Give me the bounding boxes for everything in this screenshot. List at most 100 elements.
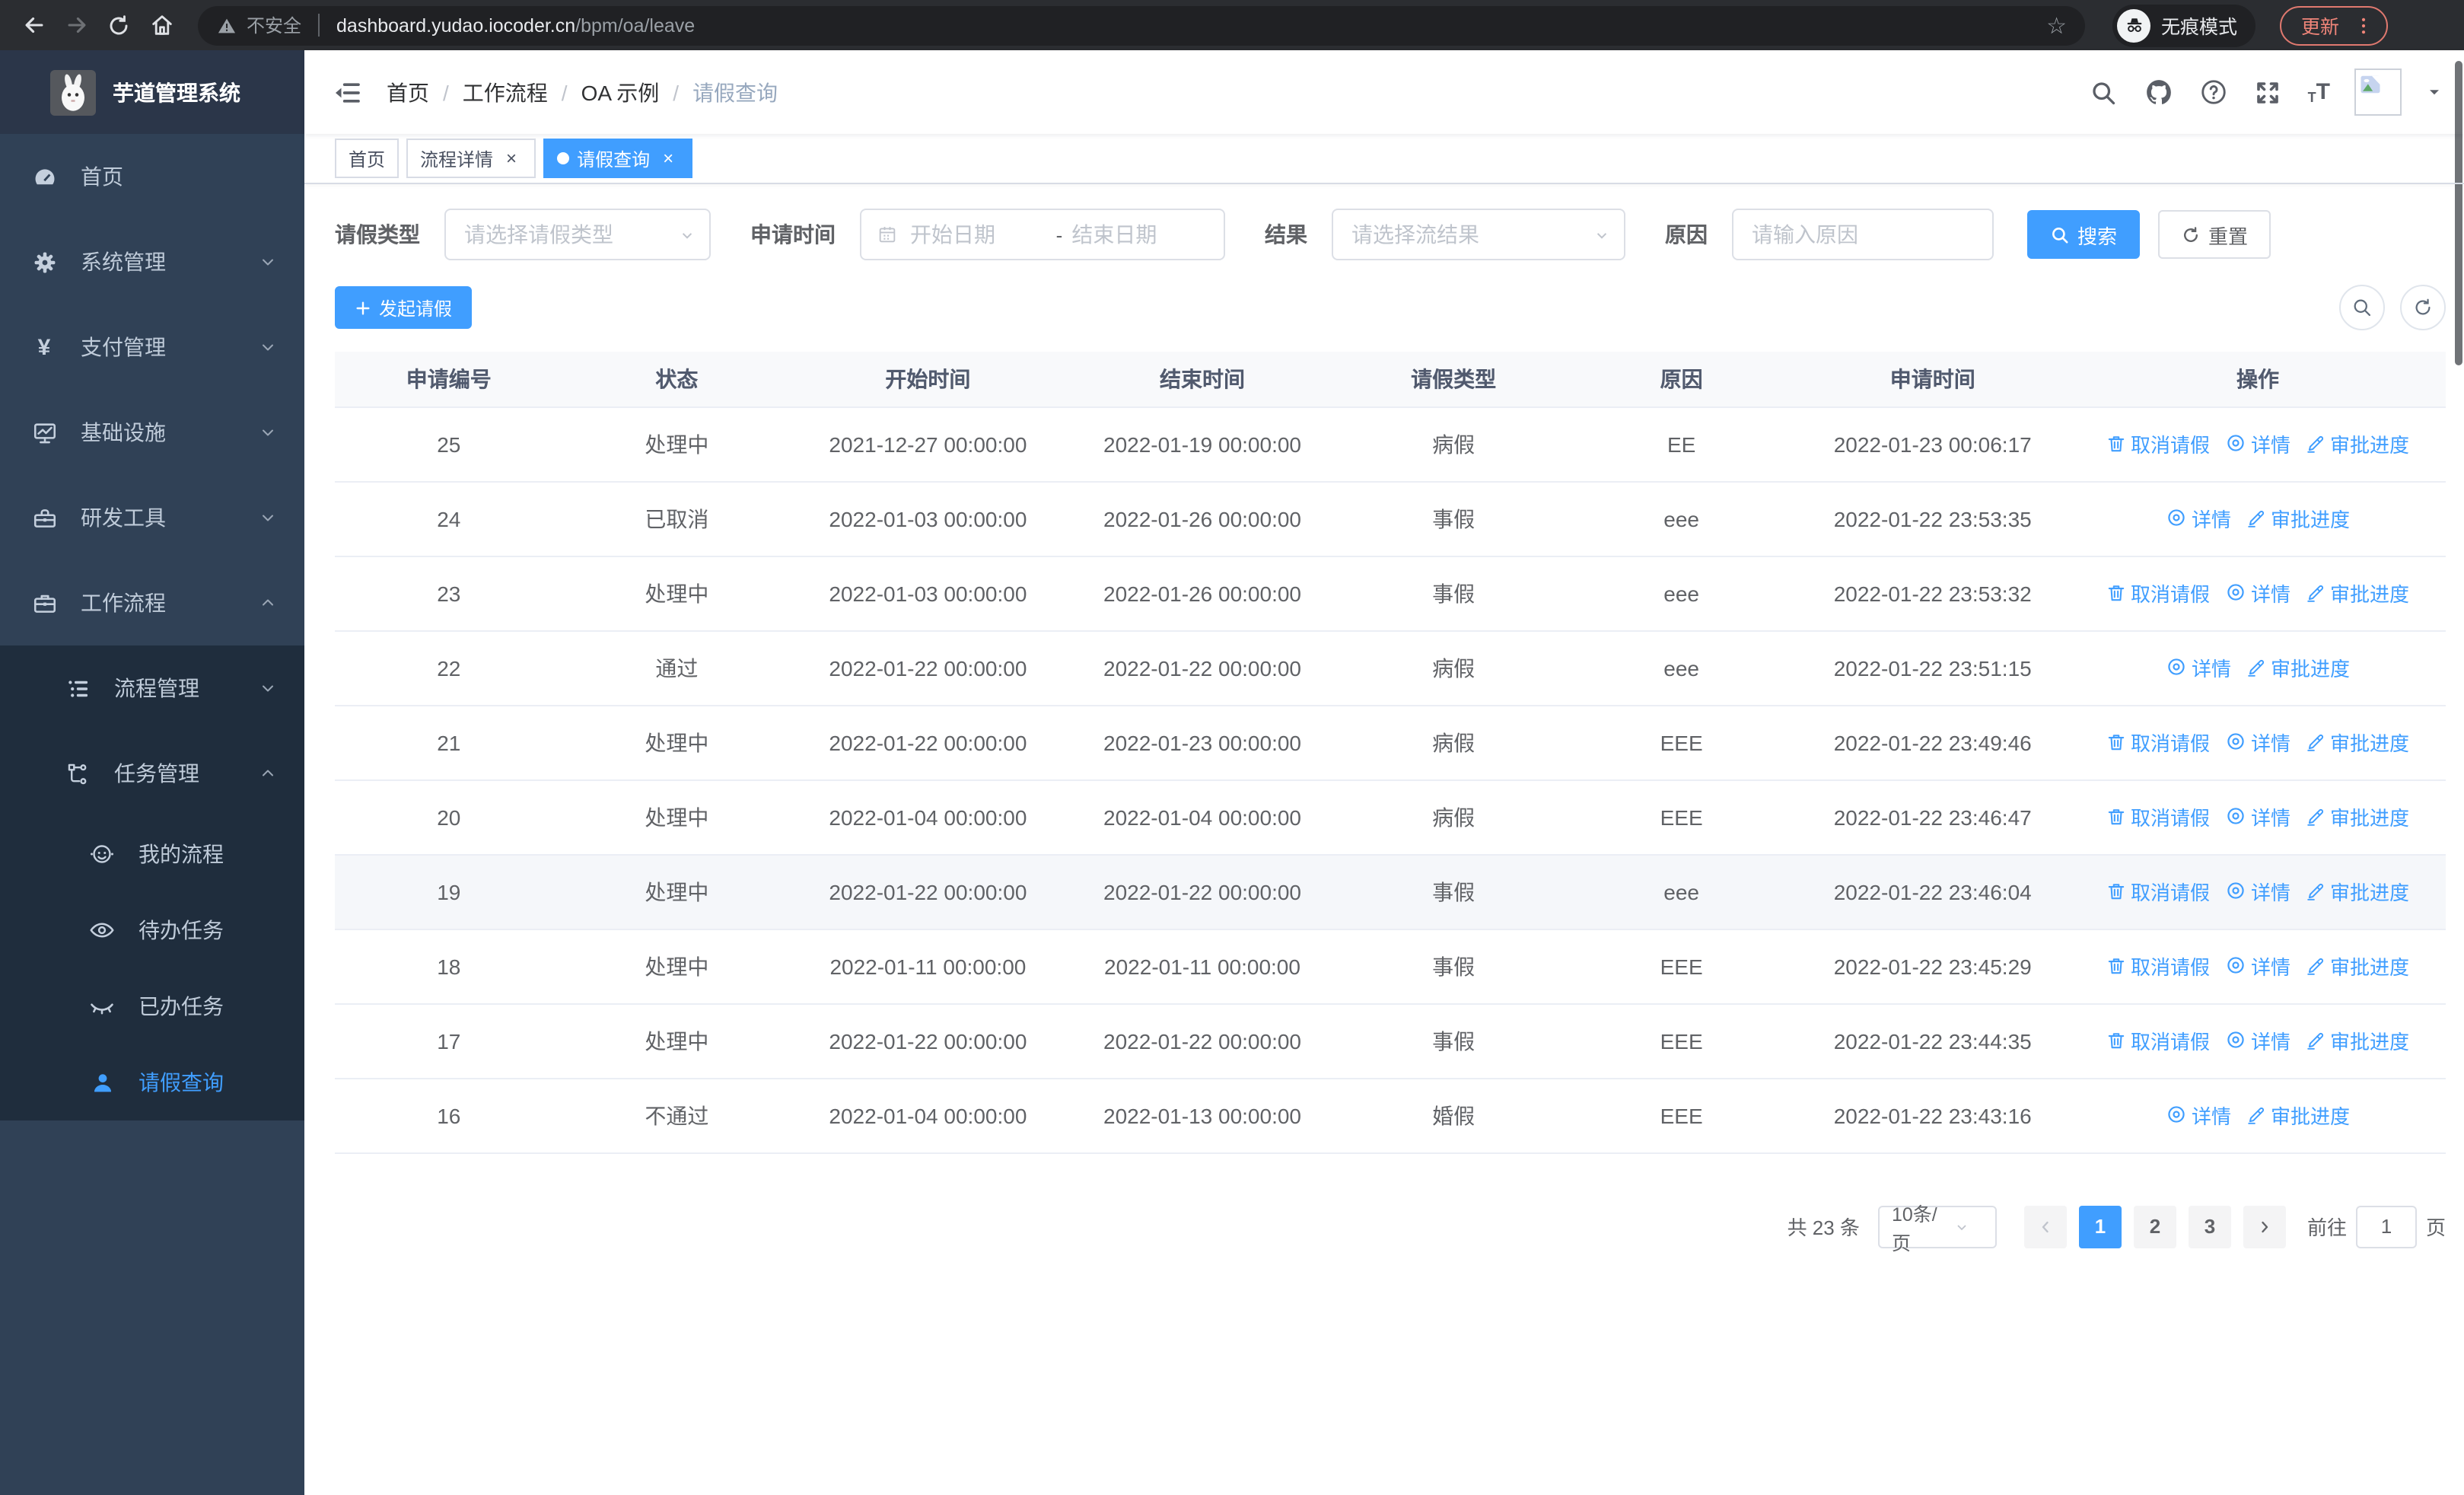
- tab-process-detail[interactable]: 流程详情 ×: [406, 139, 536, 178]
- action-detail[interactable]: 详情: [2225, 429, 2291, 458]
- breadcrumb-item[interactable]: OA 示例: [581, 77, 660, 107]
- action-detail[interactable]: 详情: [2225, 877, 2291, 906]
- sidebar-item-task-mgmt[interactable]: 任务管理: [0, 731, 304, 816]
- reason-input[interactable]: [1732, 209, 1994, 260]
- leave-type-select[interactable]: 请选择请假类型: [444, 209, 711, 260]
- action-progress[interactable]: 审批进度: [2246, 1101, 2350, 1130]
- refresh-button[interactable]: [2400, 285, 2446, 330]
- sidebar-item-done-tasks[interactable]: 已办任务: [0, 968, 304, 1044]
- action-progress[interactable]: 审批进度: [2306, 1027, 2409, 1056]
- back-icon[interactable]: [15, 7, 52, 43]
- action-progress[interactable]: 审批进度: [2306, 952, 2409, 981]
- action-progress[interactable]: 审批进度: [2306, 803, 2409, 832]
- action-label: 审批进度: [2330, 881, 2410, 905]
- create-leave-button[interactable]: 发起请假: [335, 286, 473, 329]
- action-cancel[interactable]: 取消请假: [2106, 878, 2210, 907]
- breadcrumb-item[interactable]: 首页: [387, 77, 429, 107]
- reason-label: 原因: [1665, 222, 1708, 247]
- search-button[interactable]: 搜索: [2027, 210, 2141, 259]
- cell-reason: EEE: [1567, 705, 1796, 780]
- next-page-button[interactable]: [2243, 1205, 2286, 1248]
- page-3[interactable]: 3: [2188, 1205, 2231, 1248]
- action-cancel[interactable]: 取消请假: [2106, 803, 2210, 832]
- action-label: 详情: [2251, 881, 2291, 904]
- action-progress[interactable]: 审批进度: [2306, 430, 2409, 459]
- action-detail[interactable]: 详情: [2225, 1026, 2291, 1055]
- table-row: 21 处理中 2022-01-22 00:00:00 2022-01-23 00:00…: [335, 704, 2446, 780]
- cell-status: 处理中: [562, 779, 791, 855]
- github-icon[interactable]: [2144, 77, 2174, 107]
- menu-dots-icon[interactable]: [2353, 13, 2374, 37]
- action-detail[interactable]: 详情: [2166, 1101, 2231, 1130]
- cell-start: 2022-01-22 00:00:00: [791, 854, 1065, 929]
- help-icon[interactable]: [2198, 77, 2229, 107]
- reset-button[interactable]: 重置: [2158, 210, 2271, 259]
- sidebar-item-workflow[interactable]: 工作流程: [0, 560, 304, 645]
- action-detail[interactable]: 详情: [2166, 653, 2231, 682]
- sidebar-item-process-mgmt[interactable]: 流程管理: [0, 645, 304, 731]
- action-detail[interactable]: 详情: [2225, 579, 2291, 607]
- cell-end: 2022-01-04 00:00:00: [1065, 779, 1340, 855]
- page-size-select[interactable]: 10条/页: [1877, 1203, 1997, 1254]
- action-detail[interactable]: 详情: [2225, 728, 2291, 757]
- hamburger-icon[interactable]: [304, 77, 387, 107]
- tab-leave-query[interactable]: 请假查询 ×: [543, 139, 693, 178]
- goto-page-input[interactable]: [2355, 1205, 2417, 1248]
- close-icon[interactable]: ×: [501, 148, 522, 169]
- forward-icon[interactable]: [58, 7, 94, 43]
- action-cancel[interactable]: 取消请假: [2106, 952, 2210, 981]
- tab-label: 请假查询: [577, 148, 651, 170]
- sidebar-item-devtools[interactable]: 研发工具: [0, 475, 304, 560]
- reload-icon[interactable]: [100, 7, 137, 43]
- address-bar[interactable]: 不安全 dashboard.yudao.iocoder.cn/bpm/oa/le…: [198, 5, 2085, 45]
- action-progress[interactable]: 审批进度: [2306, 579, 2409, 608]
- tab-home[interactable]: 首页: [335, 139, 400, 178]
- cell-reason: eee: [1567, 854, 1796, 929]
- action-progress[interactable]: 审批进度: [2306, 728, 2409, 757]
- action-progress[interactable]: 审批进度: [2306, 878, 2409, 907]
- column-header: 原因: [1567, 352, 1796, 406]
- page-2[interactable]: 2: [2133, 1205, 2176, 1248]
- briefcase-icon: [30, 590, 58, 616]
- apply-time-range-picker[interactable]: 开始日期 - 结束日期: [860, 209, 1225, 260]
- action-cancel[interactable]: 取消请假: [2106, 1027, 2210, 1056]
- sidebar-item-payment[interactable]: ¥ 支付管理: [0, 304, 304, 390]
- page-content: 请假类型 请选择请假类型 申请时间 开始日期 - 结束日期 结果 请选择流结果 …: [304, 184, 2464, 1495]
- caret-down-icon[interactable]: [2426, 84, 2443, 100]
- action-detail[interactable]: 详情: [2225, 802, 2291, 831]
- update-chip[interactable]: 更新: [2280, 5, 2389, 45]
- close-icon[interactable]: ×: [657, 148, 679, 169]
- sidebar-item-todo-tasks[interactable]: 待办任务: [0, 892, 304, 968]
- action-progress[interactable]: 审批进度: [2246, 505, 2350, 534]
- sidebar-item-label: 工作流程: [81, 591, 166, 615]
- cell-status: 处理中: [562, 705, 791, 780]
- action-label: 取消请假: [2130, 732, 2210, 756]
- avatar[interactable]: [2354, 69, 2402, 116]
- fullscreen-icon[interactable]: [2253, 77, 2284, 107]
- trash-icon: [2106, 882, 2126, 902]
- home-icon[interactable]: [143, 7, 180, 43]
- bookmark-star-icon[interactable]: ☆: [2046, 11, 2067, 39]
- cell-end: 2022-01-26 00:00:00: [1065, 481, 1340, 556]
- hide-search-button[interactable]: [2339, 285, 2385, 330]
- sidebar-item-leave-query[interactable]: 请假查询: [0, 1044, 304, 1120]
- trash-icon: [2106, 808, 2126, 827]
- sidebar-item-infra[interactable]: 基础设施: [0, 390, 304, 475]
- action-cancel[interactable]: 取消请假: [2106, 430, 2210, 459]
- action-detail[interactable]: 详情: [2225, 952, 2291, 980]
- action-cancel[interactable]: 取消请假: [2106, 728, 2210, 757]
- action-progress[interactable]: 审批进度: [2246, 654, 2350, 683]
- sidebar-item-home[interactable]: 首页: [0, 134, 304, 219]
- result-select[interactable]: 请选择流结果: [1332, 209, 1625, 260]
- prev-page-button[interactable]: [2023, 1205, 2067, 1248]
- action-detail[interactable]: 详情: [2166, 504, 2231, 533]
- breadcrumb-item[interactable]: 工作流程: [463, 77, 548, 107]
- action-cancel[interactable]: 取消请假: [2106, 579, 2210, 608]
- font-size-icon[interactable]: TT: [2308, 79, 2330, 105]
- table-row: 20 处理中 2022-01-04 00:00:00 2022-01-04 00:00…: [335, 779, 2446, 855]
- sidebar-item-system[interactable]: 系统管理: [0, 219, 304, 304]
- search-icon[interactable]: [2089, 77, 2119, 107]
- cell-apply: 2022-01-22 23:43:16: [1795, 1078, 2071, 1153]
- sidebar-item-my-process[interactable]: 我的流程: [0, 816, 304, 892]
- page-1[interactable]: 1: [2078, 1205, 2122, 1248]
